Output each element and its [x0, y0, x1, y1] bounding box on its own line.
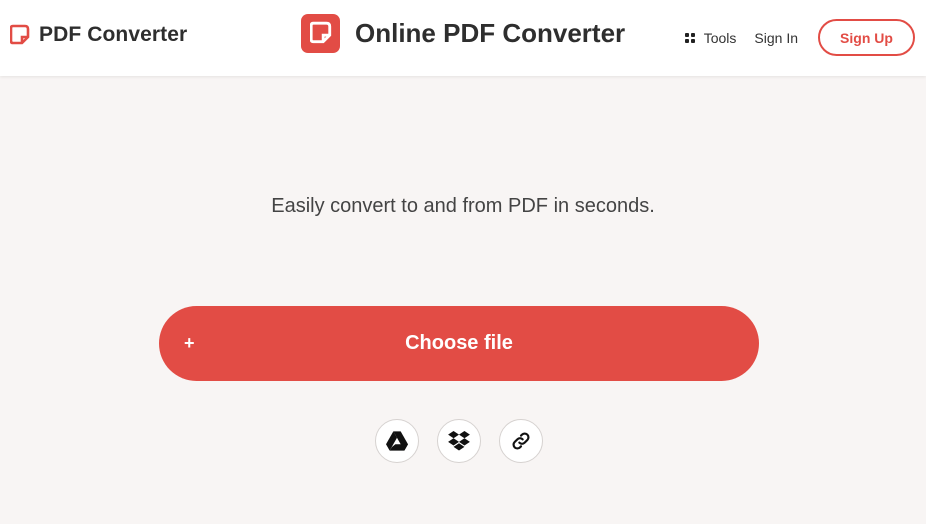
- tagline: Easily convert to and from PDF in second…: [271, 195, 655, 217]
- site-title-text: Online PDF Converter: [355, 17, 626, 48]
- brand-link[interactable]: PDF Converter: [10, 21, 187, 49]
- choose-file-button[interactable]: + Choose file: [159, 306, 759, 381]
- upload-sources: [375, 419, 543, 463]
- google-drive-icon: [386, 431, 408, 451]
- link-icon: [512, 432, 530, 450]
- brand-name: PDF Converter: [39, 23, 188, 46]
- online-pdf-converter-logo-icon: [301, 13, 340, 53]
- grid-dots-icon: [684, 32, 695, 43]
- choose-file-label: Choose file: [405, 332, 513, 354]
- link-url-button[interactable]: [499, 419, 543, 463]
- nav-menu: Tools Sign In Sign Up: [684, 19, 915, 56]
- google-drive-button[interactable]: [375, 419, 419, 463]
- tools-menu-link[interactable]: Tools: [684, 29, 737, 46]
- sign-up-button[interactable]: Sign Up: [818, 19, 915, 56]
- tools-label: Tools: [703, 29, 737, 46]
- sign-in-link[interactable]: Sign In: [754, 30, 798, 46]
- dropbox-icon: [448, 431, 470, 451]
- dropbox-button[interactable]: [437, 419, 481, 463]
- top-navbar: PDF Converter Online PDF Converter Tools…: [0, 0, 926, 76]
- site-title: Online PDF Converter: [301, 13, 625, 53]
- pdf-converter-logo-icon: [10, 24, 30, 45]
